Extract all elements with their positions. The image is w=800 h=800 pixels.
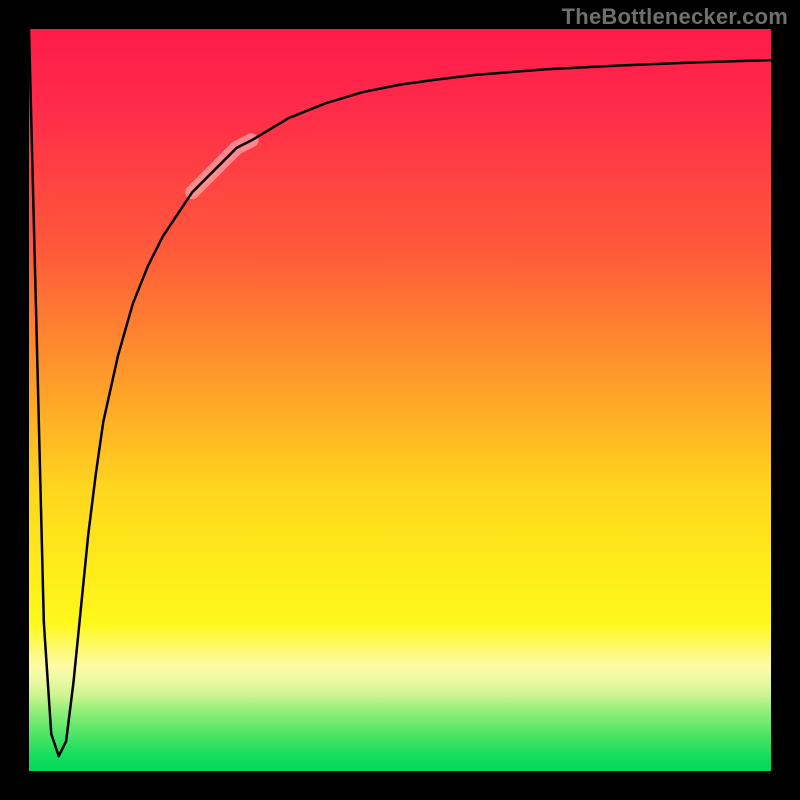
bottleneck-chart: TheBottlenecker.com xyxy=(0,0,800,800)
watermark-text: TheBottlenecker.com xyxy=(562,4,788,30)
curve-layer xyxy=(29,29,771,771)
bottleneck-curve xyxy=(29,29,771,756)
